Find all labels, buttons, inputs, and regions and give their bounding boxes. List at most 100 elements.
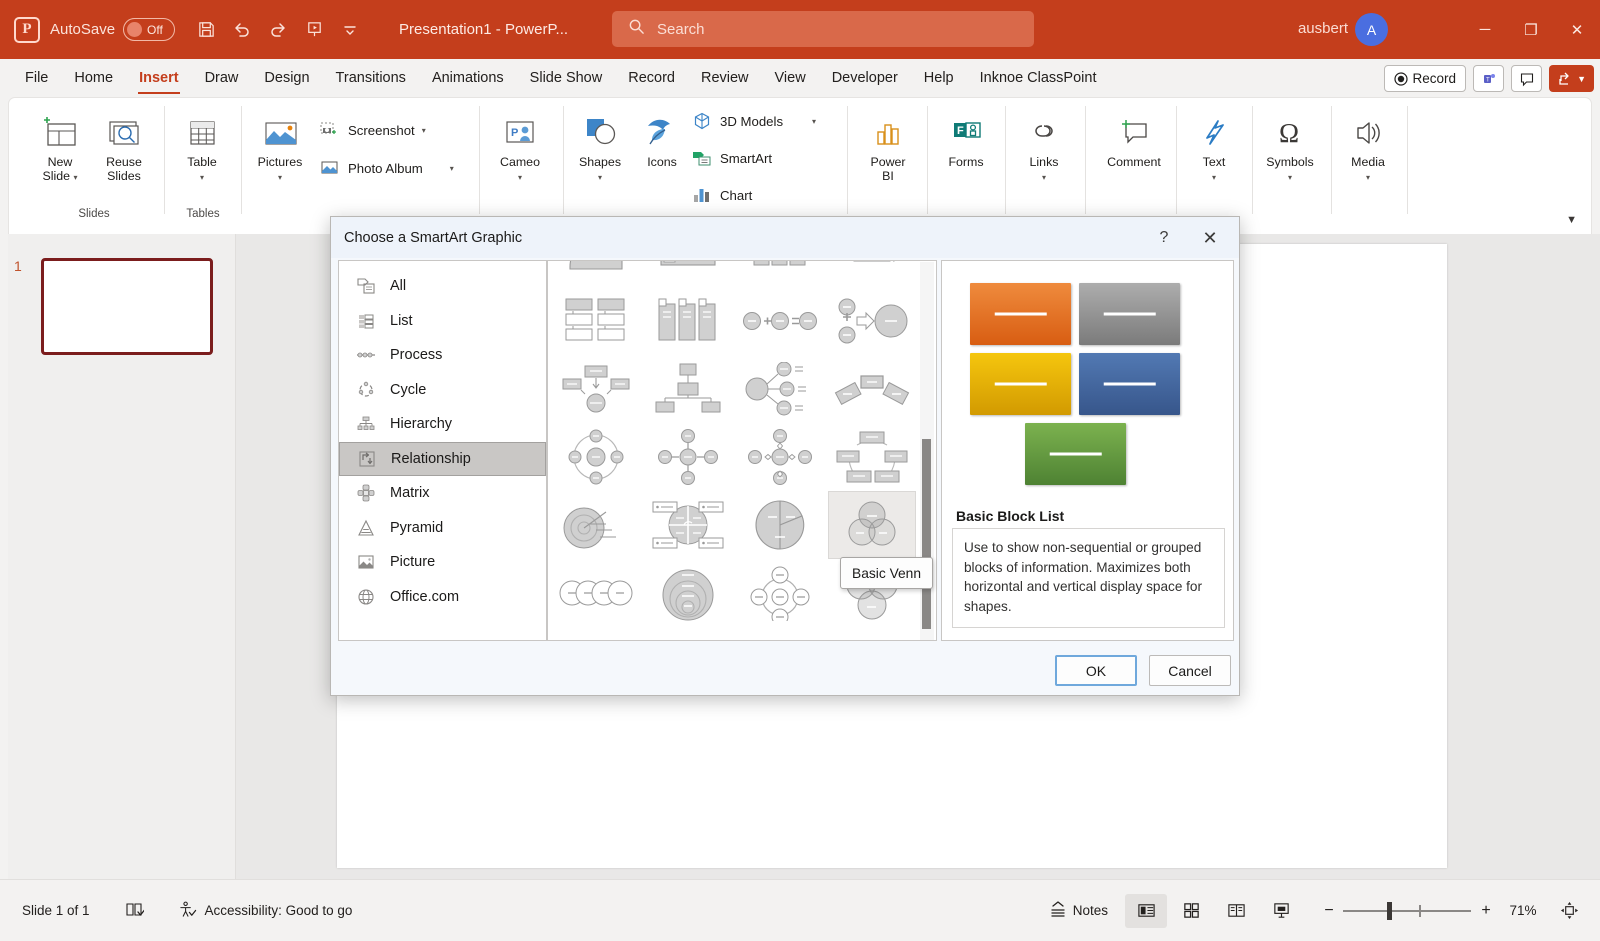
redo-icon[interactable] — [261, 13, 295, 47]
normal-view-button[interactable] — [1125, 894, 1167, 928]
slide-sorter-view-button[interactable] — [1170, 894, 1212, 928]
new-slide-button[interactable]: New Slide ▾ — [27, 104, 93, 185]
ok-button[interactable]: OK — [1055, 655, 1137, 686]
gallery-item[interactable] — [644, 287, 732, 355]
links-chevron-down-icon[interactable]: ▾ — [1042, 173, 1046, 182]
gallery-item[interactable] — [552, 491, 640, 559]
tab-slide-show[interactable]: Slide Show — [517, 59, 616, 97]
category-list[interactable]: List — [339, 304, 546, 339]
new-slide-chevron-down-icon[interactable]: ▾ — [74, 173, 78, 182]
category-cycle[interactable]: Cycle — [339, 373, 546, 408]
restore-button[interactable]: ❐ — [1508, 0, 1554, 59]
customize-quick-access-icon[interactable] — [333, 13, 367, 47]
accessibility-status[interactable]: Accessibility: Good to go — [178, 900, 353, 922]
shapes-button[interactable]: Shapes▾ — [567, 104, 633, 185]
tab-draw[interactable]: Draw — [192, 59, 252, 97]
pictures-button[interactable]: Pictures▾ — [247, 104, 313, 185]
gallery-item[interactable] — [552, 559, 640, 627]
avatar[interactable]: A — [1355, 13, 1388, 46]
zoom-out-button[interactable]: − — [1318, 902, 1340, 920]
zoom-slider-thumb[interactable] — [1387, 902, 1392, 920]
links-button[interactable]: Links▾ — [1011, 104, 1077, 185]
smartart-button[interactable]: SmartArt — [691, 144, 772, 172]
tab-insert[interactable]: Insert — [126, 59, 192, 97]
zoom-level-label[interactable]: 71% — [1501, 903, 1545, 918]
tab-record[interactable]: Record — [615, 59, 688, 97]
category-pyramid[interactable]: Pyramid — [339, 511, 546, 546]
photo-album-button[interactable]: Photo Album ▾ — [319, 154, 454, 182]
category-picture[interactable]: Picture — [339, 545, 546, 580]
close-button[interactable]: ✕ — [1554, 0, 1600, 59]
gallery-item[interactable] — [552, 287, 640, 355]
media-button[interactable]: Media▾ — [1335, 104, 1401, 185]
gallery-item[interactable] — [552, 423, 640, 491]
tab-help[interactable]: Help — [911, 59, 967, 97]
cameo-chevron-down-icon[interactable]: ▾ — [518, 173, 522, 182]
tab-animations[interactable]: Animations — [419, 59, 517, 97]
slide-show-button[interactable] — [1260, 894, 1302, 928]
category-matrix[interactable]: Matrix — [339, 476, 546, 511]
tab-design[interactable]: Design — [251, 59, 322, 97]
notes-button[interactable]: Notes — [1048, 899, 1108, 922]
pictures-chevron-down-icon[interactable]: ▾ — [278, 173, 282, 182]
icons-button[interactable]: Icons — [629, 104, 695, 169]
record-button[interactable]: Record — [1384, 65, 1467, 92]
gallery-item[interactable] — [828, 355, 916, 423]
dialog-help-icon[interactable]: ? — [1151, 226, 1177, 250]
category-process[interactable]: Process — [339, 338, 546, 373]
tab-review[interactable]: Review — [688, 59, 762, 97]
photo-album-chevron-down-icon[interactable]: ▾ — [450, 164, 454, 173]
gallery-item[interactable] — [644, 260, 732, 287]
chart-button[interactable]: Chart — [691, 181, 752, 209]
media-chevron-down-icon[interactable]: ▾ — [1366, 173, 1370, 182]
dialog-close-icon[interactable]: ✕ — [1195, 226, 1225, 250]
symbols-button[interactable]: Ω Symbols▾ — [1257, 104, 1323, 185]
undo-icon[interactable] — [225, 13, 259, 47]
category-office-com[interactable]: Office.com — [339, 580, 546, 615]
slide-thumbnail-1[interactable] — [41, 258, 213, 355]
gallery-scrollbar-thumb[interactable] — [922, 439, 931, 629]
cameo-button[interactable]: P Cameo▾ — [487, 104, 553, 185]
collapse-ribbon-chevron-icon[interactable]: ▼ — [1566, 214, 1577, 226]
minimize-button[interactable]: ─ — [1462, 0, 1508, 59]
gallery-item[interactable] — [828, 423, 916, 491]
reuse-slides-button[interactable]: Reuse Slides — [91, 104, 157, 183]
gallery-item[interactable] — [644, 559, 732, 627]
gallery-item[interactable] — [736, 491, 824, 559]
category-all[interactable]: All — [339, 269, 546, 304]
table-chevron-down-icon[interactable]: ▾ — [200, 173, 204, 182]
share-button[interactable]: ▼ — [1549, 65, 1594, 92]
comments-button[interactable] — [1511, 65, 1542, 92]
3d-models-button[interactable]: 3D Models ▾ — [691, 107, 816, 135]
3d-models-chevron-down-icon[interactable]: ▾ — [812, 117, 816, 126]
gallery-item[interactable] — [828, 287, 916, 355]
category-relationship[interactable]: Relationship — [339, 442, 546, 477]
gallery-item[interactable] — [644, 491, 732, 559]
comment-button[interactable]: Comment — [1095, 104, 1173, 169]
cancel-button[interactable]: Cancel — [1149, 655, 1231, 686]
language-icon[interactable] — [124, 901, 144, 921]
zoom-slider[interactable] — [1343, 910, 1471, 912]
gallery-item[interactable] — [736, 260, 824, 287]
tab-inknoe-classpoint[interactable]: Inknoe ClassPoint — [967, 59, 1110, 97]
tab-view[interactable]: View — [762, 59, 819, 97]
search-input[interactable]: Search — [612, 11, 1034, 47]
fit-slide-to-window-button[interactable] — [1548, 894, 1590, 928]
slide-indicator[interactable]: Slide 1 of 1 — [22, 903, 90, 918]
text-chevron-down-icon[interactable]: ▾ — [1212, 173, 1216, 182]
tab-home[interactable]: Home — [61, 59, 126, 97]
zoom-in-button[interactable]: + — [1474, 902, 1498, 920]
forms-button[interactable]: F Forms — [933, 104, 999, 169]
gallery-item[interactable] — [736, 423, 824, 491]
tab-transitions[interactable]: Transitions — [323, 59, 419, 97]
category-hierarchy[interactable]: Hierarchy — [339, 407, 546, 442]
gallery-item[interactable] — [736, 355, 824, 423]
tab-developer[interactable]: Developer — [819, 59, 911, 97]
symbols-chevron-down-icon[interactable]: ▾ — [1288, 173, 1292, 182]
present-in-teams-button[interactable]: T — [1473, 65, 1504, 92]
gallery-item[interactable] — [552, 260, 640, 287]
autosave-toggle[interactable]: Off — [123, 18, 175, 41]
gallery-item[interactable] — [828, 260, 916, 287]
shapes-chevron-down-icon[interactable]: ▾ — [598, 173, 602, 182]
gallery-item[interactable] — [644, 355, 732, 423]
